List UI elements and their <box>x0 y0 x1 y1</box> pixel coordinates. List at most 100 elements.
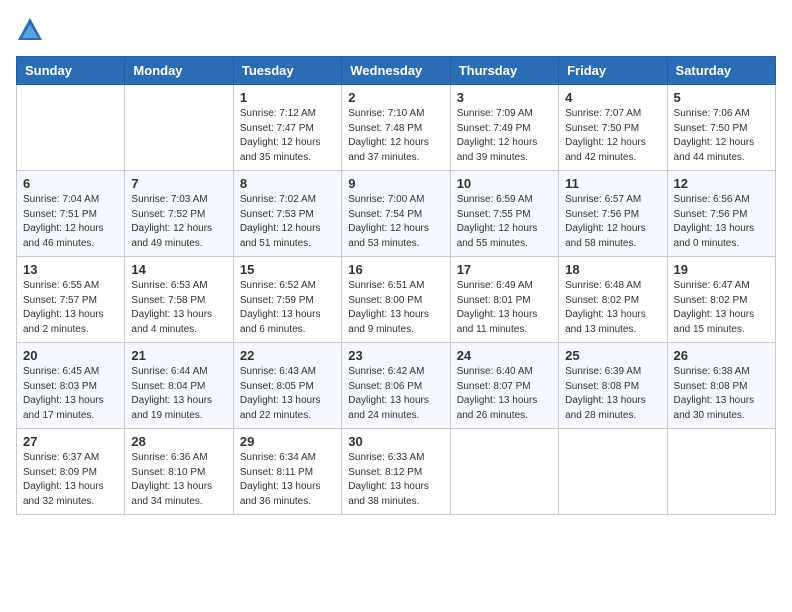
day-number: 13 <box>23 262 118 277</box>
calendar-day-25: 25Sunrise: 6:39 AM Sunset: 8:08 PM Dayli… <box>559 343 667 429</box>
day-number: 18 <box>565 262 660 277</box>
day-header-friday: Friday <box>559 57 667 85</box>
day-number: 16 <box>348 262 443 277</box>
day-number: 7 <box>131 176 226 191</box>
calendar-day-9: 9 Sunrise: 7:00 AM Sunset: 7:54 PM Daylig… <box>342 171 450 257</box>
calendar-day-6: 6 Sunrise: 7:04 AM Sunset: 7:51 PM Daylig… <box>17 171 125 257</box>
day-info: Sunrise: 6:49 AM Sunset: 8:01 PM Dayligh… <box>457 280 538 335</box>
day-number: 17 <box>457 262 552 277</box>
day-info: Sunrise: 7:06 AM Sunset: 7:50 PM Dayligh… <box>674 108 755 163</box>
day-info: Sunrise: 6:57 AM Sunset: 7:56 PM Dayligh… <box>565 194 646 249</box>
day-info: Sunrise: 7:09 AM Sunset: 7:49 PM Dayligh… <box>457 108 538 163</box>
calendar-day-27: 27Sunrise: 6:37 AM Sunset: 8:09 PM Dayli… <box>17 429 125 515</box>
day-info: Sunrise: 6:56 AM Sunset: 7:56 PM Dayligh… <box>674 194 755 249</box>
calendar-day-19: 19 Sunrise: 6:47 AM Sunset: 8:02 PM Dayli… <box>667 257 775 343</box>
day-info: Sunrise: 7:03 AM Sunset: 7:52 PM Dayligh… <box>131 194 212 249</box>
day-number: 29 <box>240 434 335 449</box>
calendar-day-14: 14 Sunrise: 6:53 AM Sunset: 7:58 PM Dayli… <box>125 257 233 343</box>
calendar-day-2: 2 Sunrise: 7:10 AM Sunset: 7:48 PM Daylig… <box>342 85 450 171</box>
calendar-day-17: 17 Sunrise: 6:49 AM Sunset: 8:01 PM Dayli… <box>450 257 558 343</box>
calendar-week-4: 20 Sunrise: 6:45 AM Sunset: 8:03 PM Dayli… <box>17 343 776 429</box>
logo <box>16 16 48 44</box>
day-number: 30 <box>348 434 443 449</box>
calendar-day-1: 1Sunrise: 7:12 AM Sunset: 7:47 PM Daylig… <box>233 85 341 171</box>
day-info: Sunrise: 6:53 AM Sunset: 7:58 PM Dayligh… <box>131 280 212 335</box>
calendar-day-18: 18 Sunrise: 6:48 AM Sunset: 8:02 PM Dayli… <box>559 257 667 343</box>
empty-cell <box>450 429 558 515</box>
calendar-day-11: 11Sunrise: 6:57 AM Sunset: 7:56 PM Dayli… <box>559 171 667 257</box>
day-number: 9 <box>348 176 443 191</box>
calendar-day-30: 30 Sunrise: 6:33 AM Sunset: 8:12 PM Dayli… <box>342 429 450 515</box>
day-info: Sunrise: 6:43 AM Sunset: 8:05 PM Dayligh… <box>240 366 321 421</box>
day-number: 22 <box>240 348 335 363</box>
day-number: 28 <box>131 434 226 449</box>
day-info: Sunrise: 6:47 AM Sunset: 8:02 PM Dayligh… <box>674 280 755 335</box>
day-info: Sunrise: 6:48 AM Sunset: 8:02 PM Dayligh… <box>565 280 646 335</box>
calendar-day-4: 4 Sunrise: 7:07 AM Sunset: 7:50 PM Daylig… <box>559 85 667 171</box>
day-info: Sunrise: 7:04 AM Sunset: 7:51 PM Dayligh… <box>23 194 104 249</box>
day-number: 5 <box>674 90 769 105</box>
day-info: Sunrise: 6:52 AM Sunset: 7:59 PM Dayligh… <box>240 280 321 335</box>
day-header-sunday: Sunday <box>17 57 125 85</box>
day-info: Sunrise: 6:36 AM Sunset: 8:10 PM Dayligh… <box>131 452 212 507</box>
empty-cell <box>667 429 775 515</box>
calendar-day-7: 7 Sunrise: 7:03 AM Sunset: 7:52 PM Daylig… <box>125 171 233 257</box>
day-number: 19 <box>674 262 769 277</box>
day-number: 10 <box>457 176 552 191</box>
day-info: Sunrise: 6:45 AM Sunset: 8:03 PM Dayligh… <box>23 366 104 421</box>
calendar-week-5: 27Sunrise: 6:37 AM Sunset: 8:09 PM Dayli… <box>17 429 776 515</box>
calendar-day-13: 13 Sunrise: 6:55 AM Sunset: 7:57 PM Dayli… <box>17 257 125 343</box>
empty-cell <box>559 429 667 515</box>
day-info: Sunrise: 7:12 AM Sunset: 7:47 PM Dayligh… <box>240 108 321 163</box>
calendar-week-2: 6 Sunrise: 7:04 AM Sunset: 7:51 PM Daylig… <box>17 171 776 257</box>
calendar-day-21: 21 Sunrise: 6:44 AM Sunset: 8:04 PM Dayli… <box>125 343 233 429</box>
day-info: Sunrise: 6:37 AM Sunset: 8:09 PM Dayligh… <box>23 452 104 507</box>
calendar-day-28: 28 Sunrise: 6:36 AM Sunset: 8:10 PM Dayli… <box>125 429 233 515</box>
day-header-wednesday: Wednesday <box>342 57 450 85</box>
day-number: 25 <box>565 348 660 363</box>
calendar-day-8: 8 Sunrise: 7:02 AM Sunset: 7:53 PM Daylig… <box>233 171 341 257</box>
day-header-tuesday: Tuesday <box>233 57 341 85</box>
calendar-day-16: 16 Sunrise: 6:51 AM Sunset: 8:00 PM Dayli… <box>342 257 450 343</box>
day-info: Sunrise: 6:59 AM Sunset: 7:55 PM Dayligh… <box>457 194 538 249</box>
day-info: Sunrise: 7:10 AM Sunset: 7:48 PM Dayligh… <box>348 108 429 163</box>
day-number: 4 <box>565 90 660 105</box>
day-number: 6 <box>23 176 118 191</box>
day-header-saturday: Saturday <box>667 57 775 85</box>
calendar-table: SundayMondayTuesdayWednesdayThursdayFrid… <box>16 56 776 515</box>
day-info: Sunrise: 6:40 AM Sunset: 8:07 PM Dayligh… <box>457 366 538 421</box>
calendar-day-10: 10 Sunrise: 6:59 AM Sunset: 7:55 PM Dayli… <box>450 171 558 257</box>
day-number: 2 <box>348 90 443 105</box>
day-header-monday: Monday <box>125 57 233 85</box>
calendar-day-20: 20 Sunrise: 6:45 AM Sunset: 8:03 PM Dayli… <box>17 343 125 429</box>
empty-cell <box>17 85 125 171</box>
calendar-day-3: 3 Sunrise: 7:09 AM Sunset: 7:49 PM Daylig… <box>450 85 558 171</box>
day-number: 24 <box>457 348 552 363</box>
day-number: 12 <box>674 176 769 191</box>
page-header <box>16 16 776 44</box>
day-info: Sunrise: 6:44 AM Sunset: 8:04 PM Dayligh… <box>131 366 212 421</box>
calendar-week-1: 1Sunrise: 7:12 AM Sunset: 7:47 PM Daylig… <box>17 85 776 171</box>
calendar-day-12: 12 Sunrise: 6:56 AM Sunset: 7:56 PM Dayli… <box>667 171 775 257</box>
empty-cell <box>125 85 233 171</box>
day-number: 21 <box>131 348 226 363</box>
day-number: 3 <box>457 90 552 105</box>
day-number: 14 <box>131 262 226 277</box>
day-info: Sunrise: 6:38 AM Sunset: 8:08 PM Dayligh… <box>674 366 755 421</box>
day-number: 20 <box>23 348 118 363</box>
day-number: 8 <box>240 176 335 191</box>
day-number: 23 <box>348 348 443 363</box>
day-info: Sunrise: 7:02 AM Sunset: 7:53 PM Dayligh… <box>240 194 321 249</box>
day-info: Sunrise: 6:34 AM Sunset: 8:11 PM Dayligh… <box>240 452 321 507</box>
day-info: Sunrise: 6:33 AM Sunset: 8:12 PM Dayligh… <box>348 452 429 507</box>
calendar-day-5: 5 Sunrise: 7:06 AM Sunset: 7:50 PM Daylig… <box>667 85 775 171</box>
day-number: 15 <box>240 262 335 277</box>
day-info: Sunrise: 7:00 AM Sunset: 7:54 PM Dayligh… <box>348 194 429 249</box>
day-header-thursday: Thursday <box>450 57 558 85</box>
day-info: Sunrise: 6:51 AM Sunset: 8:00 PM Dayligh… <box>348 280 429 335</box>
calendar-day-26: 26Sunrise: 6:38 AM Sunset: 8:08 PM Dayli… <box>667 343 775 429</box>
calendar-day-23: 23Sunrise: 6:42 AM Sunset: 8:06 PM Dayli… <box>342 343 450 429</box>
calendar-header-row: SundayMondayTuesdayWednesdayThursdayFrid… <box>17 57 776 85</box>
day-info: Sunrise: 6:55 AM Sunset: 7:57 PM Dayligh… <box>23 280 104 335</box>
day-info: Sunrise: 7:07 AM Sunset: 7:50 PM Dayligh… <box>565 108 646 163</box>
